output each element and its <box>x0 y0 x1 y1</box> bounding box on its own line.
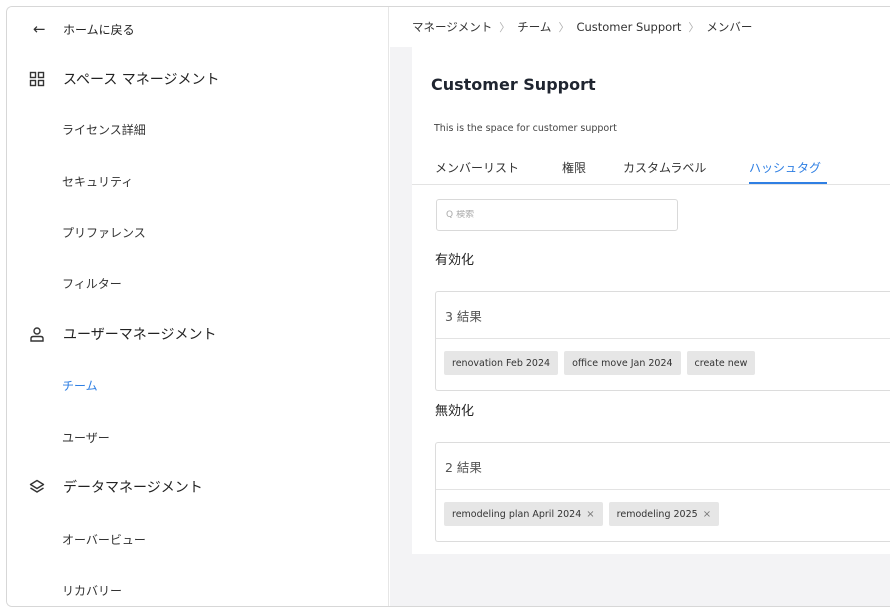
grid-icon <box>29 71 63 87</box>
breadcrumb-item: メンバー <box>706 20 753 34</box>
sidebar-item-label: ライセンス詳細 <box>62 122 146 137</box>
sidebar-item-filter[interactable]: フィルター <box>7 263 389 303</box>
sidebar: ← ホームに戻る スペース マネージメント ライセンス詳細 セキュリティ プリフ… <box>7 7 389 606</box>
section-label: データマネージメント <box>63 480 203 496</box>
sidebar-item-users[interactable]: ユーザー <box>7 417 389 457</box>
close-icon[interactable]: × <box>703 509 711 520</box>
arrow-left-icon: ← <box>33 20 46 38</box>
hashtag-label: office move Jan 2024 <box>572 357 673 369</box>
sidebar-section-space-management[interactable]: スペース マネージメント <box>7 59 389 99</box>
hashtag-chip[interactable]: renovation Feb 2024 <box>444 351 559 375</box>
sidebar-item-recovery[interactable]: リカバリー <box>7 570 389 606</box>
enabled-hashtag-box: 3 結果 renovation Feb 2024 office move Jan… <box>435 291 890 391</box>
enabled-result-count: 3 結果 <box>445 309 482 324</box>
hashtag-label: renovation Feb 2024 <box>452 357 551 369</box>
hashtag-chip[interactable]: office move Jan 2024 <box>564 351 681 375</box>
page-description: This is the space for customer support <box>434 123 617 134</box>
tab-member-list[interactable]: メンバーリスト <box>435 159 519 176</box>
hashtag-label: create new <box>694 357 748 369</box>
divider <box>436 489 890 490</box>
app-window: ← ホームに戻る スペース マネージメント ライセンス詳細 セキュリティ プリフ… <box>6 6 890 607</box>
sidebar-item-preferences[interactable]: プリファレンス <box>7 212 389 252</box>
disabled-section-title: 無効化 <box>435 404 475 419</box>
close-icon[interactable]: × <box>586 509 594 520</box>
divider <box>436 338 890 339</box>
back-home-link[interactable]: ← ホームに戻る <box>7 9 389 49</box>
search-icon: Q <box>446 210 454 220</box>
hashtag-chip[interactable]: remodeling 2025 × <box>608 502 720 526</box>
breadcrumb-item[interactable]: Customer Support <box>576 20 681 34</box>
sidebar-item-team[interactable]: チーム <box>7 365 389 405</box>
sidebar-item-label: フィルター <box>62 276 122 291</box>
sidebar-item-label: オーバービュー <box>62 532 146 547</box>
sidebar-item-label: セキュリティ <box>62 174 134 189</box>
hashtag-chip[interactable]: remodeling plan April 2024 × <box>444 502 603 526</box>
tab-custom-labels[interactable]: カスタムラベル <box>623 159 706 176</box>
search-box[interactable]: Q <box>436 199 678 231</box>
breadcrumb-item[interactable]: マネージメント <box>412 19 492 35</box>
sidebar-item-label: ユーザー <box>62 430 110 445</box>
page-title: Customer Support <box>431 75 596 94</box>
disabled-hashtag-box: 2 結果 remodeling plan April 2024 × remode… <box>435 442 890 542</box>
breadcrumb-item[interactable]: チーム <box>517 19 551 35</box>
sidebar-item-label: チーム <box>62 378 98 393</box>
chevron-right-icon: 〉 <box>688 21 700 34</box>
content-card: Customer Support This is the space for c… <box>412 47 890 554</box>
sidebar-item-license[interactable]: ライセンス詳細 <box>7 109 389 149</box>
main-content: マネージメント 〉 チーム 〉 Customer Support 〉 メンバー … <box>390 7 890 606</box>
chevron-right-icon: 〉 <box>558 21 570 34</box>
section-label: スペース マネージメント <box>63 72 220 88</box>
user-icon <box>29 326 63 342</box>
section-label: ユーザーマネージメント <box>63 327 217 343</box>
breadcrumb: マネージメント 〉 チーム 〉 Customer Support 〉 メンバー <box>390 7 890 47</box>
tab-hashtags[interactable]: ハッシュタグ <box>749 159 821 176</box>
sidebar-item-label: プリファレンス <box>62 225 146 240</box>
sidebar-item-overview[interactable]: オーバービュー <box>7 519 389 559</box>
sidebar-section-user-management[interactable]: ユーザーマネージメント <box>7 314 389 354</box>
back-home-label: ホームに戻る <box>63 22 135 37</box>
sidebar-item-label: リカバリー <box>62 583 123 598</box>
hashtag-label: remodeling 2025 <box>616 508 698 520</box>
create-new-chip[interactable]: create new <box>686 351 756 375</box>
sidebar-section-data-management[interactable]: データマネージメント <box>7 467 389 507</box>
search-input[interactable] <box>456 210 657 220</box>
disabled-result-count: 2 結果 <box>445 460 482 475</box>
layers-icon <box>29 479 63 495</box>
tab-permissions[interactable]: 権限 <box>562 159 586 176</box>
chevron-right-icon: 〉 <box>499 21 511 34</box>
active-tab-indicator <box>749 182 827 184</box>
enabled-tag-list: renovation Feb 2024 office move Jan 2024… <box>444 351 756 375</box>
hashtag-label: remodeling plan April 2024 <box>452 508 582 520</box>
enabled-section-title: 有効化 <box>435 253 475 268</box>
sidebar-item-security[interactable]: セキュリティ <box>7 161 389 201</box>
tab-bar: メンバーリスト 権限 カスタムラベル ハッシュタグ <box>412 153 890 185</box>
disabled-tag-list: remodeling plan April 2024 × remodeling … <box>444 502 720 526</box>
